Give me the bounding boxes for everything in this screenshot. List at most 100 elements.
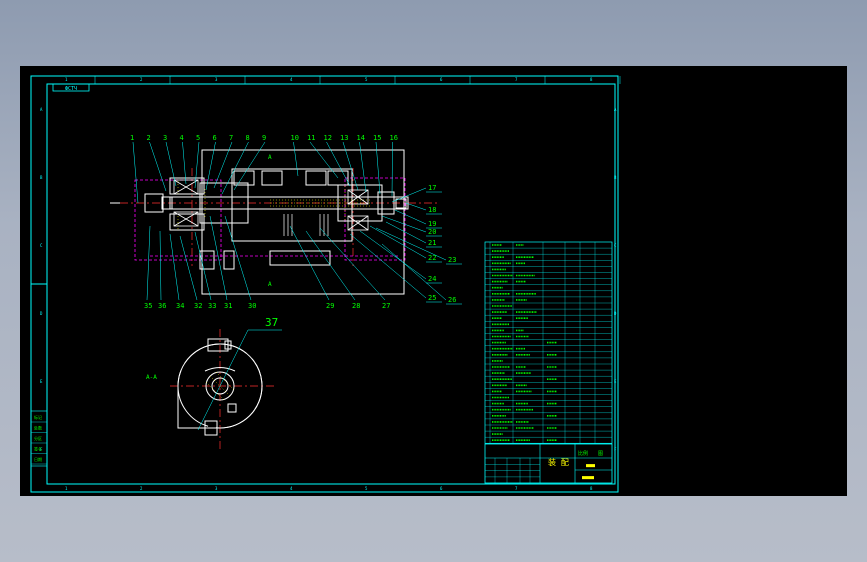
leader-lines bbox=[132, 141, 462, 305]
zone-bottom-4: 4 bbox=[290, 486, 293, 491]
leader-10 bbox=[293, 141, 299, 177]
callout-7: 7 bbox=[229, 134, 233, 142]
title-grid bbox=[485, 458, 540, 483]
title-block: 装 配 比例 图 ■■■ ■■■■ bbox=[484, 443, 613, 484]
section-view-a-a: 37 bbox=[170, 316, 282, 449]
leader-33 bbox=[194, 231, 212, 301]
callout-22: 22 bbox=[428, 254, 436, 262]
leader-1 bbox=[132, 141, 139, 204]
zone-left-E: E bbox=[40, 379, 43, 384]
callout-34: 34 bbox=[176, 302, 184, 310]
gear-teeth bbox=[283, 214, 329, 236]
callout-5: 5 bbox=[196, 134, 200, 142]
callout-31: 31 bbox=[224, 302, 232, 310]
zone-top-2: 2 bbox=[140, 77, 143, 82]
callout-11: 11 bbox=[307, 134, 315, 142]
leader-34 bbox=[169, 233, 180, 301]
zone-bottom-8: 8 bbox=[590, 486, 593, 491]
zone-right-C: C bbox=[614, 243, 617, 248]
view-marker: A bbox=[268, 154, 272, 161]
zone-right-D: D bbox=[614, 311, 617, 316]
strip-label: 分区 bbox=[34, 435, 42, 441]
zone-top-6: 6 bbox=[440, 77, 443, 82]
callout-20: 20 bbox=[428, 228, 436, 236]
leader-3 bbox=[165, 141, 177, 187]
section-center-lines bbox=[170, 329, 275, 449]
hatch-pattern bbox=[177, 181, 370, 229]
leader-17 bbox=[391, 187, 427, 203]
view-marker-bottom: A bbox=[268, 281, 272, 288]
callout-15: 15 bbox=[373, 134, 381, 142]
leader-22 bbox=[369, 225, 427, 259]
zone-bottom-5: 5 bbox=[365, 486, 368, 491]
zone-right-E: E bbox=[614, 379, 617, 384]
leader-35 bbox=[146, 225, 151, 301]
callout-30: 30 bbox=[248, 302, 256, 310]
zone-top-3: 3 bbox=[215, 77, 218, 82]
leader-12 bbox=[326, 141, 351, 187]
callout-35: 35 bbox=[144, 302, 152, 310]
strip-label: 处数 bbox=[34, 425, 42, 431]
callout-33: 33 bbox=[208, 302, 216, 310]
zone-bottom-1: 1 bbox=[65, 486, 68, 491]
leader-30 bbox=[224, 215, 252, 301]
zone-left-C: C bbox=[40, 243, 43, 248]
leader-11 bbox=[309, 141, 339, 179]
zone-bottom-7: 7 bbox=[515, 486, 518, 491]
callout-3: 3 bbox=[163, 134, 167, 142]
callout-32: 32 bbox=[194, 302, 202, 310]
leader-36 bbox=[159, 230, 162, 301]
leader-29 bbox=[289, 225, 330, 301]
callout-2: 2 bbox=[147, 134, 151, 142]
zone-bottom-2: 2 bbox=[140, 486, 143, 491]
drawing-number: ■■■■ bbox=[582, 475, 594, 481]
section-marker: A-A bbox=[146, 374, 157, 381]
zone-top-1: 1 bbox=[65, 77, 68, 82]
zone-left-D: D bbox=[40, 311, 43, 316]
callout-29: 29 bbox=[326, 302, 334, 310]
callout-23: 23 bbox=[448, 256, 456, 264]
zone-top-8: 8 bbox=[590, 77, 593, 82]
callout-37: 37 bbox=[265, 316, 278, 329]
callout-17: 17 bbox=[428, 184, 436, 192]
callout-25: 25 bbox=[428, 294, 436, 302]
callout-labels: 1 2 3 4 5 6 7 8 9 10 11 12 13 14 15 16171819202122 23242… bbox=[130, 134, 456, 310]
zone-left-A: A bbox=[40, 107, 43, 112]
callout-12: 12 bbox=[324, 134, 332, 142]
strip-label: 日期 bbox=[34, 456, 42, 462]
leader-25 bbox=[349, 233, 427, 299]
leader-2 bbox=[149, 141, 167, 192]
callout-6: 6 bbox=[213, 134, 217, 142]
callout-19: 19 bbox=[428, 220, 436, 228]
leader-9 bbox=[233, 141, 266, 191]
housing-outline bbox=[110, 149, 407, 295]
leader-19 bbox=[394, 209, 427, 225]
zone-top-4: 4 bbox=[290, 77, 293, 82]
callout-27: 27 bbox=[382, 302, 390, 310]
title-text: 装 配 bbox=[548, 457, 569, 467]
callout-8: 8 bbox=[246, 134, 250, 142]
callout-9: 9 bbox=[262, 134, 266, 142]
leader-7 bbox=[213, 141, 233, 189]
zone-right-A: A bbox=[614, 107, 617, 112]
scale-label: 比例 bbox=[578, 450, 588, 457]
callout-24: 24 bbox=[428, 275, 436, 283]
callout-13: 13 bbox=[340, 134, 348, 142]
zone-bottom-6: 6 bbox=[440, 486, 443, 491]
leader-24 bbox=[359, 230, 427, 280]
callout-26: 26 bbox=[448, 296, 456, 304]
stamp-box: ФСТЧ bbox=[52, 83, 90, 92]
strip-label: 签名 bbox=[34, 446, 42, 452]
callout-18: 18 bbox=[428, 206, 436, 214]
zone-top-5: 5 bbox=[365, 77, 368, 82]
company-text: ■■■ bbox=[586, 463, 595, 469]
cad-viewport[interactable]: ФСТЧ 1234567812345678ABCDEFABCDEF 1 2 3 … bbox=[20, 66, 847, 496]
leader-32 bbox=[179, 235, 198, 301]
callout-28: 28 bbox=[352, 302, 360, 310]
callout-1: 1 bbox=[130, 134, 134, 142]
sheet-label: 图 bbox=[598, 451, 603, 457]
leader-18 bbox=[405, 202, 427, 211]
assembly-drawing: ФСТЧ 1 2 3 4 5 6 7 81 2 3 4 5 6 7 8ABCDEFABCDEF bbox=[30, 75, 621, 493]
callout-4: 4 bbox=[180, 134, 184, 142]
callout-21: 21 bbox=[428, 239, 436, 247]
